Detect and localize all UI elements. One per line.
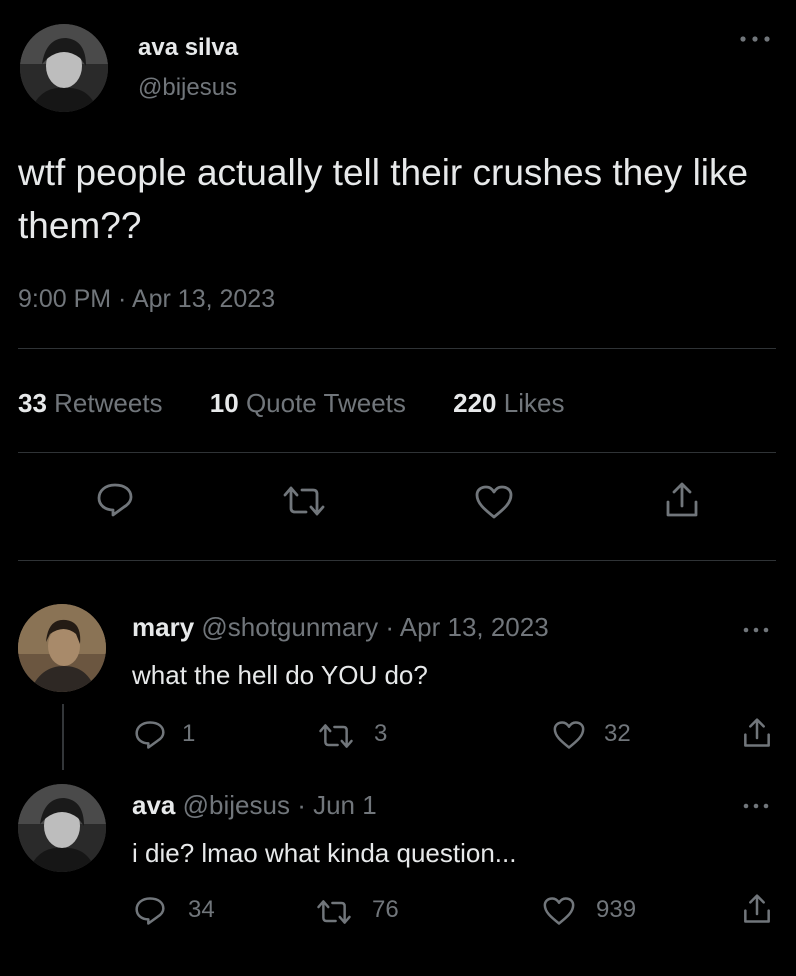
reply-icon[interactable]: [96, 482, 134, 518]
more-icon[interactable]: [742, 792, 770, 818]
reply-count: 34: [188, 896, 215, 923]
likes-count: 220: [453, 388, 497, 418]
retweets-count: 33: [18, 388, 47, 418]
divider: [18, 560, 776, 561]
quotes-stat[interactable]: 10 Quote Tweets: [210, 388, 413, 418]
reply-handle[interactable]: @bijesus: [183, 790, 290, 820]
likes-label: Likes: [503, 388, 565, 418]
separator: ·: [385, 612, 394, 642]
share-icon[interactable]: [664, 480, 700, 520]
author-handle[interactable]: @bijesus: [138, 74, 237, 102]
stats-bar: 33 Retweets 10 Quote Tweets 220 Likes: [18, 388, 564, 419]
reply-header: ava @bijesus · Jun 1: [132, 790, 377, 821]
heart-icon[interactable]: [474, 484, 514, 520]
reply-avatar[interactable]: [18, 784, 106, 872]
retweet-count: 76: [372, 896, 399, 923]
reply-header: mary @shotgunmary · Apr 13, 2023: [132, 612, 549, 643]
likes-stat[interactable]: 220 Likes: [453, 388, 564, 418]
retweet-icon[interactable]: [316, 898, 352, 926]
quotes-label: Quote Tweets: [245, 388, 406, 418]
reply-avatar[interactable]: [18, 604, 106, 692]
share-icon[interactable]: [742, 892, 772, 926]
separator: ·: [297, 790, 306, 820]
retweet-count: 3: [374, 720, 388, 747]
heart-icon[interactable]: [552, 720, 586, 750]
thread-line: [62, 704, 64, 770]
quotes-count: 10: [209, 388, 239, 418]
reply-handle[interactable]: @shotgunmary: [201, 612, 378, 642]
divider: [18, 348, 776, 349]
like-count: 939: [596, 896, 637, 923]
tweet-text: wtf people actually tell their crushes t…: [18, 152, 749, 246]
reply-text: what the hell do YOU do?: [132, 660, 428, 690]
reply-display-name[interactable]: mary: [132, 612, 194, 642]
reply-date[interactable]: Apr 13, 2023: [400, 612, 549, 642]
heart-icon[interactable]: [542, 896, 576, 926]
tweet-timestamp[interactable]: 9:00 PM · Apr 13, 2023: [18, 285, 275, 314]
reply-date[interactable]: Jun 1: [313, 790, 377, 820]
more-icon[interactable]: [742, 616, 770, 642]
author-avatar[interactable]: [20, 24, 108, 112]
retweet-icon[interactable]: [282, 484, 326, 518]
more-icon[interactable]: [738, 26, 772, 52]
like-count: 32: [604, 720, 631, 747]
reply-text: i die? lmao what kinda question...: [132, 838, 517, 868]
retweets-label: Retweets: [54, 388, 163, 418]
reply-count: 1: [182, 720, 196, 747]
share-icon[interactable]: [742, 716, 772, 750]
retweets-stat[interactable]: 33 Retweets: [18, 388, 170, 418]
reply-icon[interactable]: [134, 720, 166, 750]
divider: [18, 452, 776, 453]
retweet-icon[interactable]: [318, 722, 354, 750]
reply-display-name[interactable]: ava: [132, 790, 175, 820]
author-display-name[interactable]: ava silva: [138, 34, 238, 62]
reply-icon[interactable]: [134, 896, 166, 926]
